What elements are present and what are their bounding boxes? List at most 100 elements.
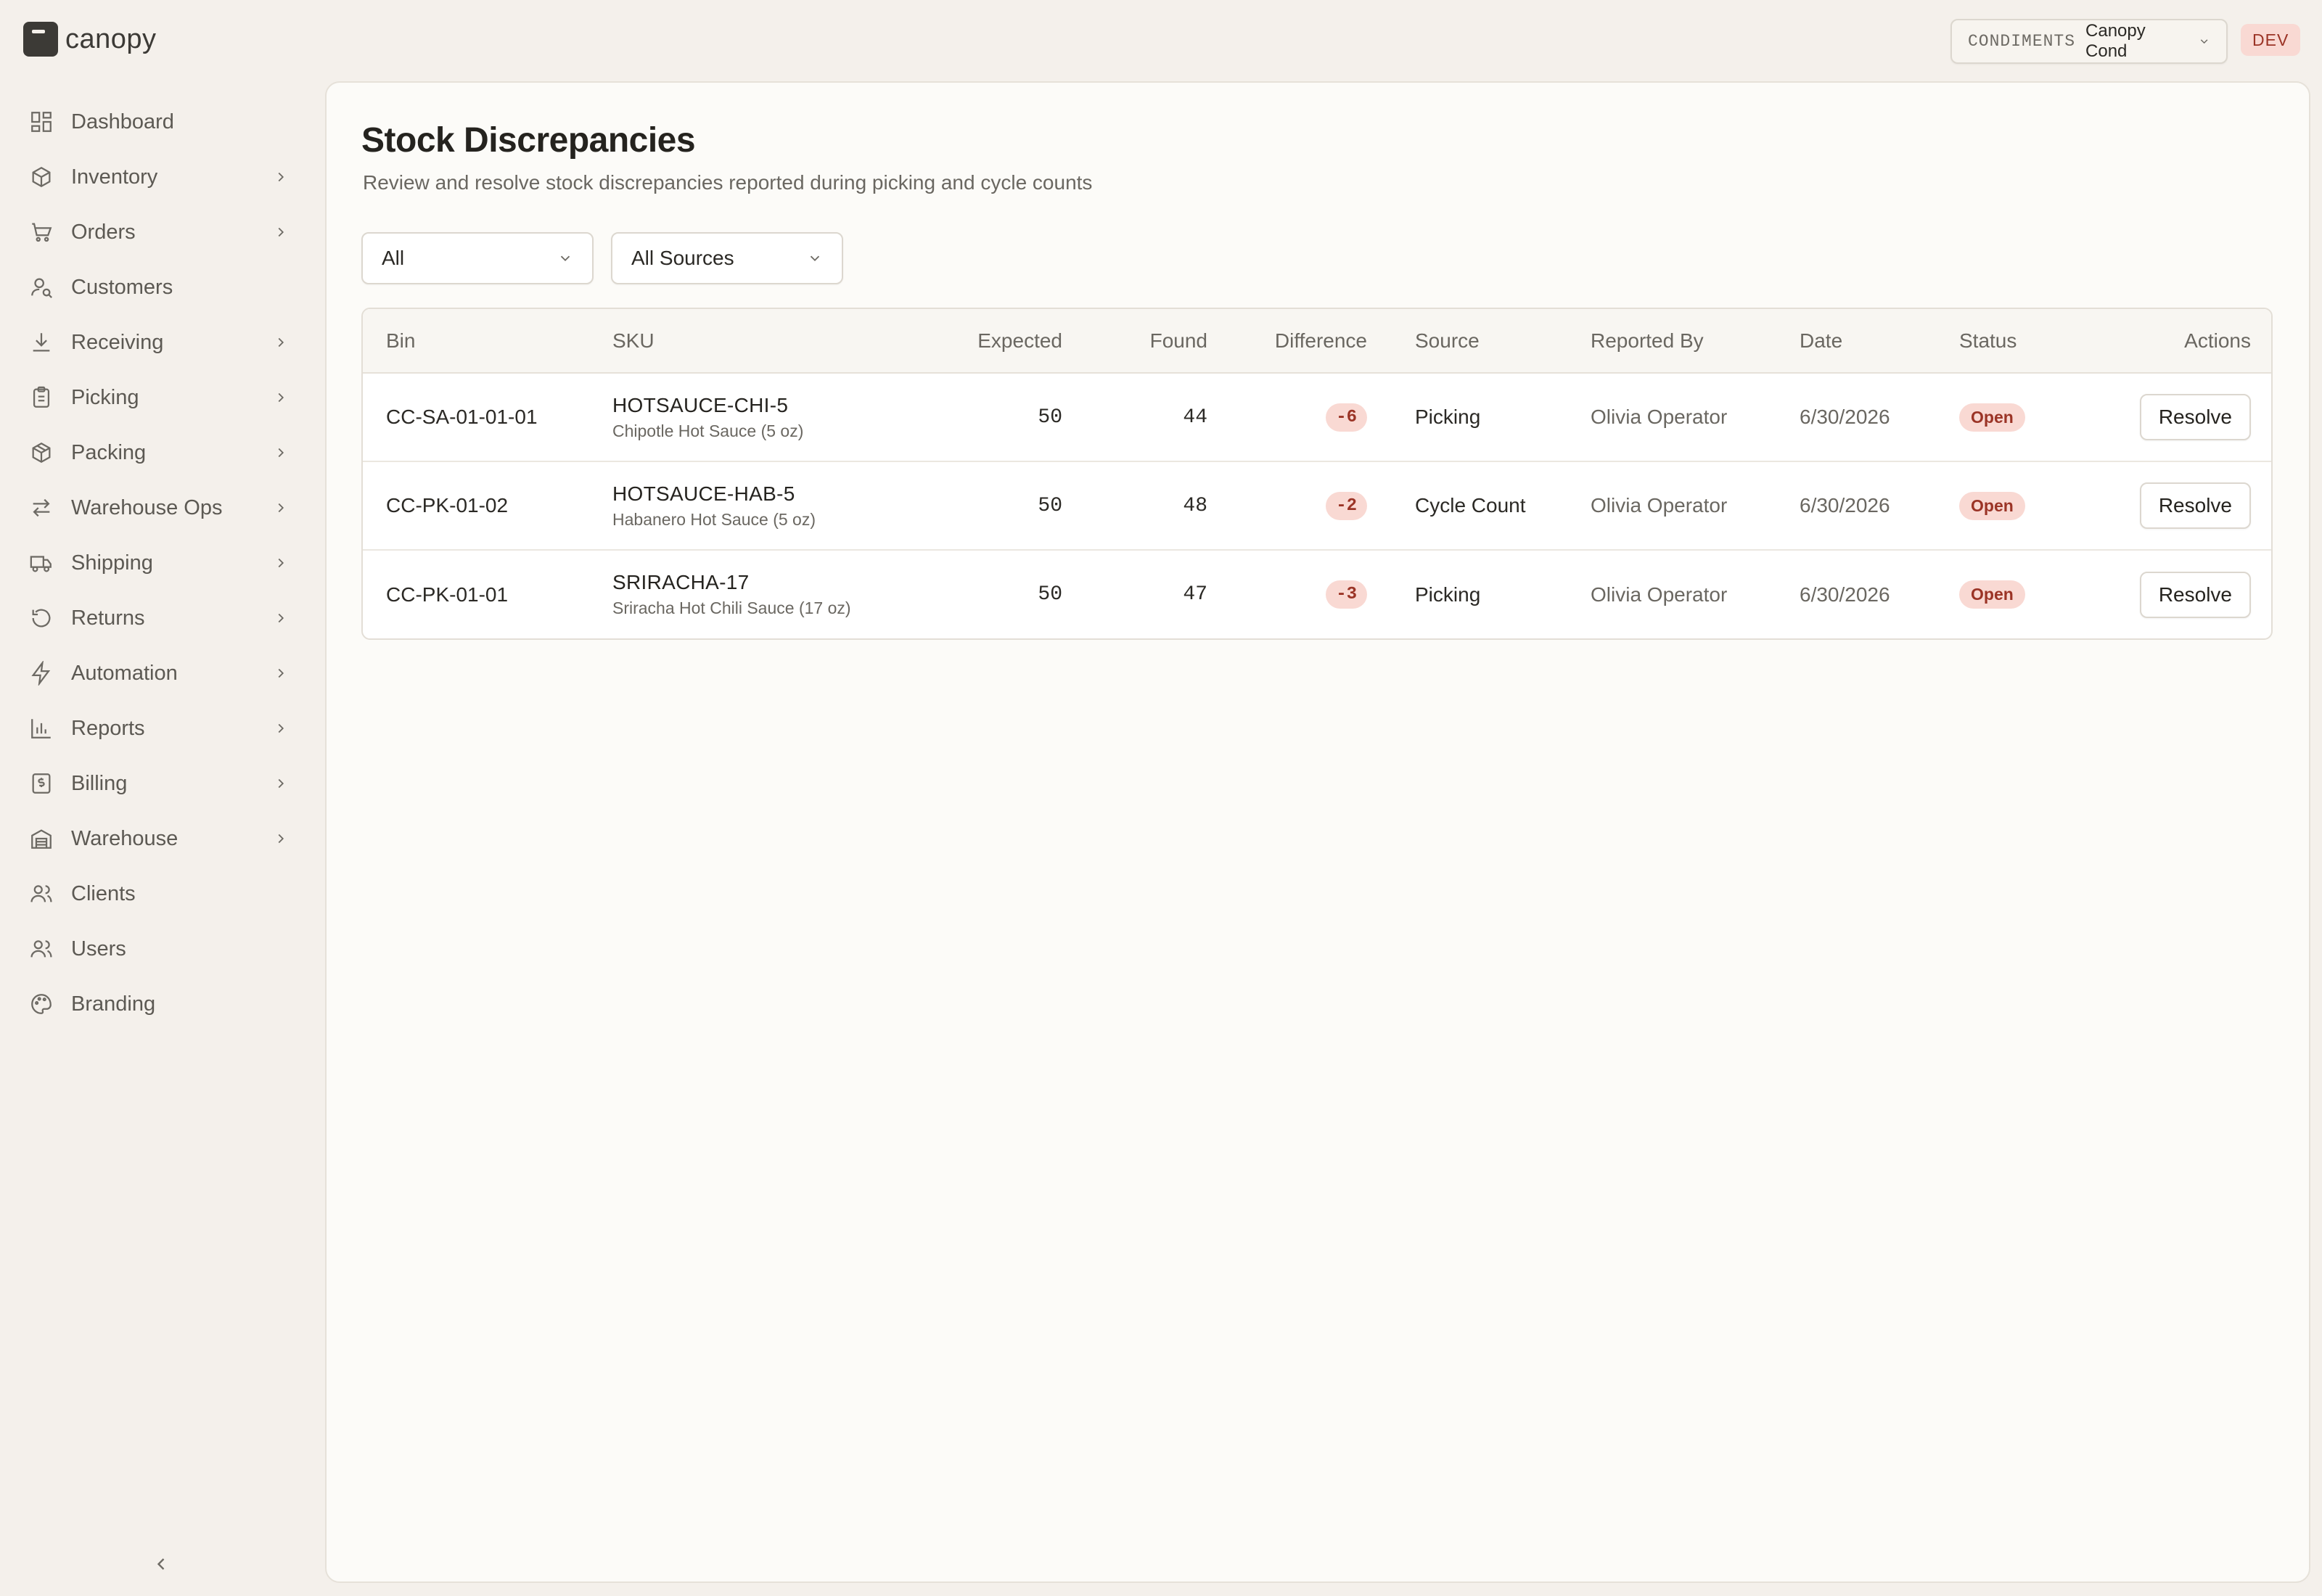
sidebar-item-reports[interactable]: Reports — [17, 701, 308, 756]
chevron-right-icon — [278, 392, 284, 403]
app-logo[interactable]: canopy — [23, 22, 157, 57]
clipboard-icon — [33, 386, 50, 408]
sidebar-item-label: Warehouse Ops — [71, 495, 223, 519]
resolve-button[interactable]: Resolve — [2139, 571, 2251, 618]
bin-cell: CC-PK-01-01 — [386, 583, 509, 606]
dashboard-icon — [31, 112, 52, 132]
found-cell: 48 — [1087, 461, 1232, 551]
bin-cell: CC-SA-01-01-01 — [363, 373, 589, 462]
warehouse-icon — [31, 829, 52, 849]
column-header-reported-by[interactable]: Reported By — [1567, 309, 1776, 374]
status-badge: Open — [1959, 403, 2025, 432]
sidebar-item-label: Shipping — [71, 551, 153, 575]
difference-badge: -3 — [1326, 580, 1367, 609]
truck-icon — [30, 556, 52, 572]
chevron-right-icon — [278, 227, 284, 237]
source-cell: Picking — [1392, 373, 1567, 462]
column-header-expected[interactable]: Expected — [914, 309, 1087, 374]
download-icon — [33, 333, 50, 352]
cart-icon — [32, 223, 52, 242]
chevron-right-icon — [278, 558, 284, 568]
sidebar-item-label: Users — [71, 937, 126, 961]
customer-icon — [31, 278, 52, 298]
sidebar-item-label: Automation — [71, 661, 178, 685]
sku-cell: HOTSAUCE-CHI-5 Chipotle Hot Sauce (5 oz) — [589, 373, 914, 462]
tenant-switcher[interactable]: CONDIMENTS Canopy Cond — [1950, 19, 2228, 64]
sidebar-item-label: Packing — [71, 440, 147, 464]
sidebar-item-receiving[interactable]: Receiving — [17, 315, 308, 370]
reported-by-cell: Olivia Operator — [1567, 373, 1776, 462]
source-cell: Cycle Count — [1392, 461, 1567, 551]
sidebar-item-orders[interactable]: Orders — [17, 205, 308, 260]
column-header-sku[interactable]: SKU — [589, 309, 914, 374]
difference-badge: -6 — [1326, 403, 1367, 432]
chevron-right-icon — [278, 172, 284, 182]
palette-icon — [31, 994, 52, 1014]
found-cell: 47 — [1183, 583, 1207, 606]
sidebar-item-warehouse-ops[interactable]: Warehouse Ops — [17, 480, 308, 535]
sidebar-item-users[interactable]: Users — [17, 921, 308, 976]
sidebar-item-billing[interactable]: Billing — [17, 756, 308, 811]
chevron-right-icon — [278, 448, 284, 458]
source-filter-select[interactable]: All Sources — [611, 232, 843, 284]
source-cell: Picking — [1415, 583, 1481, 606]
users-icon — [30, 940, 52, 958]
sidebar-item-label: Returns — [71, 606, 145, 630]
sku-code: SRIRACHA-17 — [612, 571, 750, 593]
sidebar-item-automation[interactable]: Automation — [17, 646, 308, 701]
sidebar-item-dashboard[interactable]: Dashboard — [17, 94, 308, 149]
difference-cell: -2 — [1232, 461, 1392, 551]
column-header-difference[interactable]: Difference — [1232, 309, 1392, 374]
column-header-date[interactable]: Date — [1776, 309, 1936, 374]
sidebar-item-label: Picking — [71, 385, 139, 409]
table-row[interactable]: CC-PK-01-02 HOTSAUCE-HAB-5 Habanero Hot … — [363, 461, 2271, 551]
sidebar-item-label: Customers — [71, 275, 173, 299]
sidebar-item-shipping[interactable]: Shipping — [17, 535, 308, 591]
date-cell: 6/30/2026 — [1776, 373, 1936, 462]
table-row[interactable]: CC-PK-01-01 SRIRACHA-17 Sriracha Hot Chi… — [363, 550, 2271, 638]
column-header-source[interactable]: Source — [1392, 309, 1567, 374]
sidebar-item-branding[interactable]: Branding — [17, 976, 308, 1032]
sidebar-item-packing[interactable]: Packing — [17, 425, 308, 480]
tenant-name: Canopy Cond — [2085, 21, 2146, 61]
sidebar-item-clients[interactable]: Clients — [17, 866, 308, 921]
sidebar-item-inventory[interactable]: Inventory — [17, 149, 308, 205]
actions-cell: Resolve — [2096, 550, 2271, 638]
app-name: canopy — [65, 23, 157, 54]
column-header-status[interactable]: Status — [1936, 309, 2096, 374]
collapse-sidebar-icon[interactable] — [151, 1554, 171, 1574]
column-header-bin[interactable]: Bin — [363, 309, 589, 374]
expected-cell: 50 — [914, 373, 1087, 462]
table-row[interactable]: CC-SA-01-01-01 HOTSAUCE-CHI-5 Chipotle H… — [363, 373, 2271, 462]
sidebar-item-returns[interactable]: Returns — [17, 591, 308, 646]
sidebar-item-warehouse[interactable]: Warehouse — [17, 811, 308, 866]
main-panel: Stock Discrepancies Review and resolve s… — [325, 81, 2310, 1583]
sidebar-item-picking[interactable]: Picking — [17, 370, 308, 425]
status-cell: Open — [1936, 550, 2096, 638]
sidebar-item-label: Reports — [71, 716, 145, 740]
bolt-icon — [31, 661, 51, 686]
environment-badge: DEV — [2241, 24, 2301, 56]
resolve-button[interactable]: Resolve — [2139, 482, 2251, 529]
sidebar-item-label: Warehouse — [71, 826, 179, 850]
chevron-right-icon — [278, 613, 284, 623]
resolve-button[interactable]: Resolve — [2139, 394, 2251, 440]
column-header-actions: Actions — [2096, 309, 2271, 374]
status-filter-select[interactable]: All — [361, 232, 594, 284]
sidebar-item-customers[interactable]: Customers — [17, 260, 308, 315]
users-icon — [30, 885, 52, 902]
sidebar-item-label: Branding — [71, 992, 156, 1016]
page-subtitle: Review and resolve stock discrepancies r… — [363, 171, 1093, 194]
difference-cell: -3 — [1232, 550, 1392, 638]
sidebar-item-label: Clients — [71, 881, 136, 905]
sku-code: HOTSAUCE-HAB-5 — [612, 482, 795, 505]
chevron-right-icon — [278, 668, 284, 678]
status-filter-value: All — [382, 247, 405, 269]
sku-cell: SRIRACHA-17 Sriracha Hot Chili Sauce (17… — [589, 550, 914, 638]
box-icon — [32, 166, 51, 188]
table-header-row: Bin SKU Expected Found Difference Source… — [363, 309, 2271, 374]
reported-by-cell: Olivia Operator — [1591, 583, 1728, 606]
tenant-code: CONDIMENTS — [1968, 32, 2076, 51]
status-badge: Open — [1959, 491, 2025, 520]
column-header-found[interactable]: Found — [1087, 309, 1232, 374]
